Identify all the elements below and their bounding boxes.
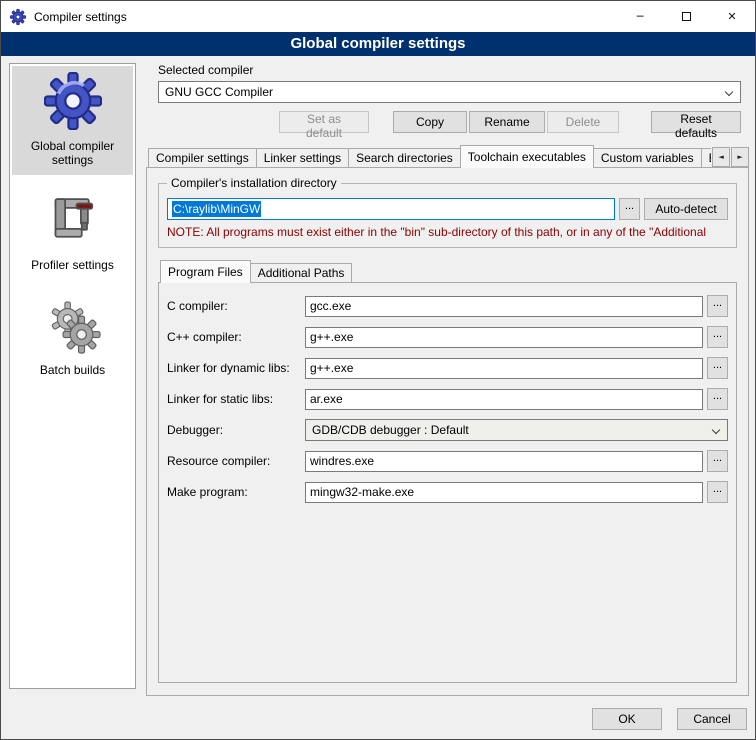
dynamic-linker-browse-button[interactable]: ... [707,357,728,379]
installation-directory-row: C:\raylib\MinGW ... Auto-detect [167,198,728,220]
chevron-down-icon [725,88,733,96]
window-gear-icon [10,9,26,25]
close-button[interactable]: ✕ [709,1,755,32]
chevron-down-icon [712,426,720,434]
c-compiler-browse-button[interactable]: ... [707,295,728,317]
profiler-clamp-icon [45,193,101,252]
install-dir-input[interactable]: C:\raylib\MinGW [167,198,615,220]
dynamic-linker-label: Linker for dynamic libs: [167,361,305,375]
install-dir-browse-button[interactable]: ... [619,198,640,220]
tab-toolchain-executables[interactable]: Toolchain executables [460,145,594,168]
compiler-actions: Set as default Copy Rename Delete Reset … [158,111,741,133]
tab-scroll-right-button[interactable]: ► [731,147,749,167]
tab-scroll-left-button[interactable]: ◄ [712,147,730,167]
field-row-dynamic-linker: Linker for dynamic libs: g++.exe ... [167,357,728,379]
resource-compiler-input[interactable]: windres.exe [305,451,703,472]
cpp-compiler-browse-button[interactable]: ... [707,326,728,348]
dynamic-linker-value: g++.exe [310,361,353,375]
reset-defaults-button[interactable]: Reset defaults [651,111,741,133]
make-program-value: mingw32-make.exe [310,485,414,499]
make-program-input[interactable]: mingw32-make.exe [305,482,703,503]
field-row-c-compiler: C compiler: gcc.exe ... [167,295,728,317]
inner-tabbar: Program Files Additional Paths [158,260,737,283]
field-row-make-program: Make program: mingw32-make.exe ... [167,481,728,503]
debugger-label: Debugger: [167,423,305,437]
cpp-compiler-value: g++.exe [310,330,353,344]
make-program-browse-button[interactable]: ... [707,481,728,503]
static-linker-label: Linker for static libs: [167,392,305,406]
toolchain-executables-panel: Compiler's installation directory C:\ray… [146,167,749,696]
selected-compiler-dropdown[interactable]: GNU GCC Compiler [158,81,741,103]
field-row-static-linker: Linker for static libs: ar.exe ... [167,388,728,410]
program-files-panel: C compiler: gcc.exe ... C++ compiler: g+… [158,282,737,683]
static-linker-value: ar.exe [310,392,343,406]
window-title: Compiler settings [34,10,617,24]
installation-directory-legend: Compiler's installation directory [167,176,341,190]
tab-custom-variables[interactable]: Custom variables [593,148,702,168]
tab-scroll-buttons: ◄ ► [711,147,749,167]
sidebar-item-label: Batch builds [40,363,105,377]
sidebar-item-label: Global compiler settings [14,139,131,167]
selected-compiler-label: Selected compiler [146,63,749,77]
installation-directory-groupbox: Compiler's installation directory C:\ray… [158,183,737,248]
rename-button[interactable]: Rename [469,111,545,133]
tab-program-files[interactable]: Program Files [160,260,251,283]
bin-subdirectory-note: NOTE: All programs must exist either in … [167,225,728,239]
resource-compiler-value: windres.exe [310,454,374,468]
field-row-debugger: Debugger: GDB/CDB debugger : Default [167,419,728,441]
ok-button[interactable]: OK [592,708,662,730]
sidebar-item-global-compiler-settings[interactable]: Global compiler settings [12,66,133,175]
main-content: Selected compiler GNU GCC Compiler Set a… [146,63,749,696]
tab-additional-paths[interactable]: Additional Paths [250,263,353,283]
delete-button[interactable]: Delete [547,111,619,133]
dialog-footer: OK Cancel [592,708,747,730]
batch-builds-gears-icon [45,298,101,357]
minimize-button[interactable]: ─ [617,1,663,32]
resource-compiler-browse-button[interactable]: ... [707,450,728,472]
static-linker-input[interactable]: ar.exe [305,389,703,410]
main-tabbar: Compiler settings Linker settings Search… [146,145,749,168]
static-linker-browse-button[interactable]: ... [707,388,728,410]
c-compiler-value: gcc.exe [310,299,351,313]
tab-compiler-settings[interactable]: Compiler settings [148,148,257,168]
cpp-compiler-input[interactable]: g++.exe [305,327,703,348]
sidebar-item-batch-builds[interactable]: Batch builds [12,292,133,385]
debugger-dropdown[interactable]: GDB/CDB debugger : Default [305,419,728,441]
auto-detect-button[interactable]: Auto-detect [644,198,728,220]
make-program-label: Make program: [167,485,305,499]
field-row-resource-compiler: Resource compiler: windres.exe ... [167,450,728,472]
compiler-settings-window: Compiler settings ─ ✕ Global compiler se… [0,0,756,740]
sidebar-item-label: Profiler settings [31,258,114,272]
dialog-header: Global compiler settings [1,32,755,56]
cancel-button[interactable]: Cancel [677,708,747,730]
field-row-cpp-compiler: C++ compiler: g++.exe ... [167,326,728,348]
debugger-value: GDB/CDB debugger : Default [312,423,469,437]
tab-search-directories[interactable]: Search directories [348,148,461,168]
selected-compiler-value: GNU GCC Compiler [165,85,273,99]
sidebar-item-profiler-settings[interactable]: Profiler settings [12,187,133,280]
cpp-compiler-label: C++ compiler: [167,330,305,344]
set-as-default-button[interactable]: Set as default [279,111,369,133]
resource-compiler-label: Resource compiler: [167,454,305,468]
install-dir-value: C:\raylib\MinGW [172,201,261,217]
global-compiler-gear-icon [44,72,102,133]
copy-button[interactable]: Copy [393,111,467,133]
maximize-icon [682,12,691,21]
c-compiler-input[interactable]: gcc.exe [305,296,703,317]
dynamic-linker-input[interactable]: g++.exe [305,358,703,379]
c-compiler-label: C compiler: [167,299,305,313]
maximize-button[interactable] [663,1,709,32]
settings-category-list: Global compiler settings Profiler settin… [9,63,136,689]
tab-linker-settings[interactable]: Linker settings [256,148,349,168]
titlebar: Compiler settings ─ ✕ [1,1,755,32]
